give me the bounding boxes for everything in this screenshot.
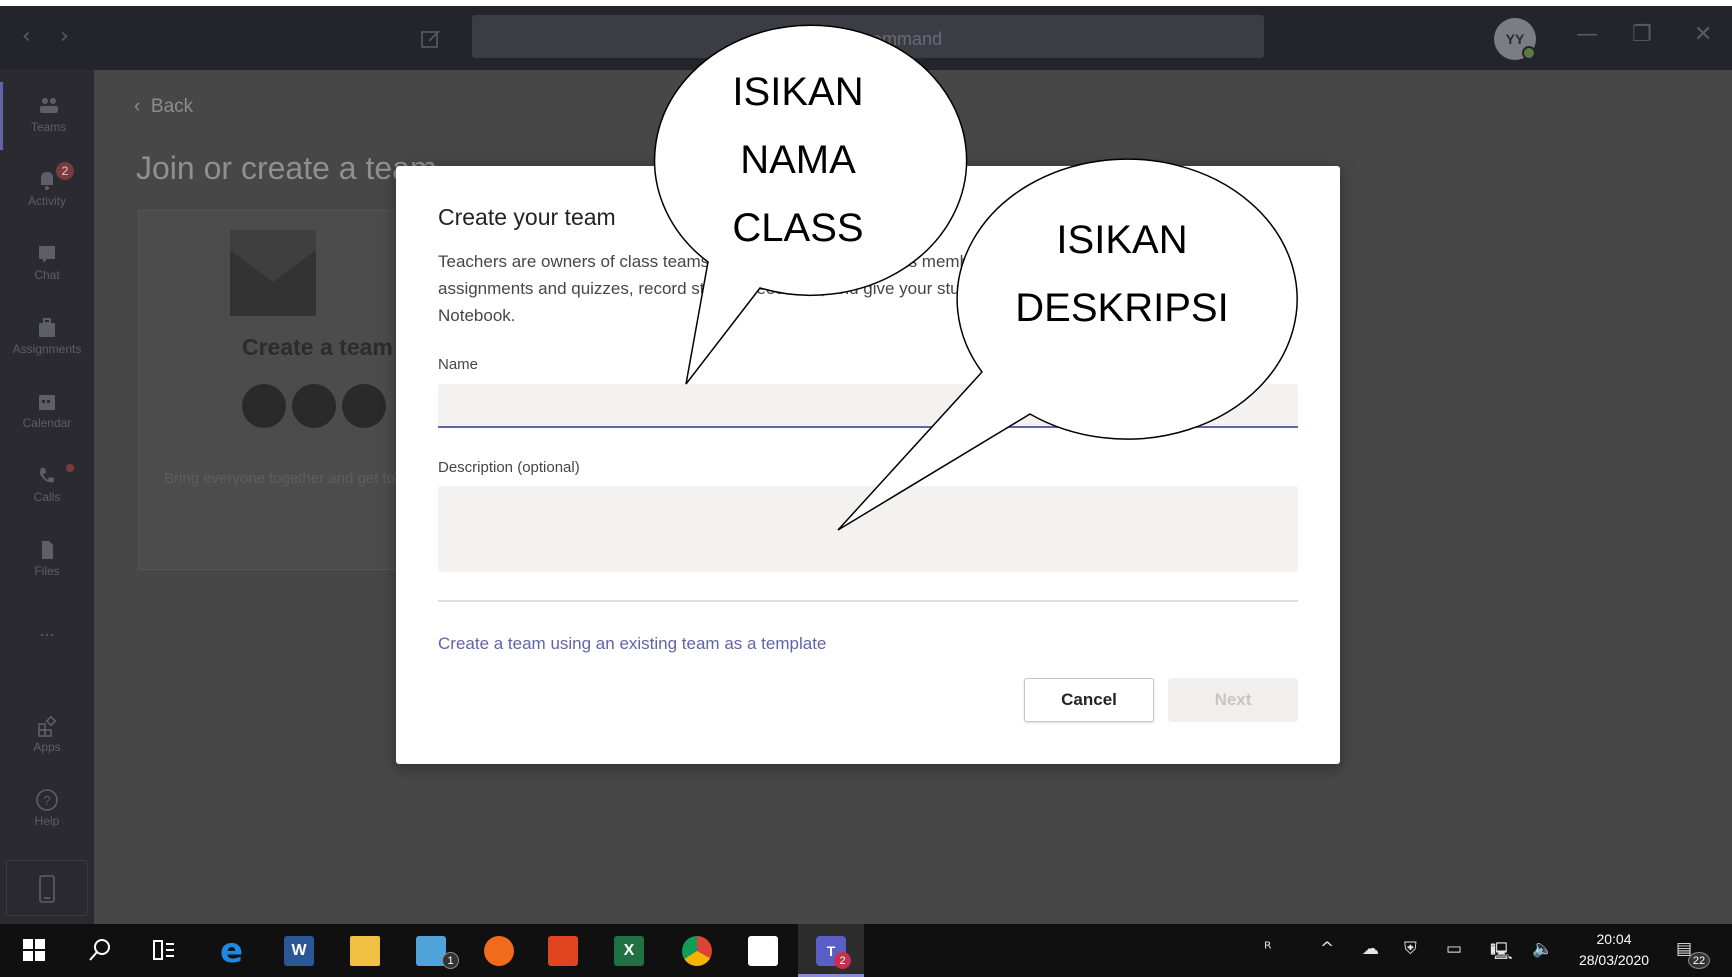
clock[interactable]: 20:04 28/03/2020 bbox=[1574, 929, 1654, 971]
volume-icon[interactable]: 🔈 bbox=[1532, 939, 1553, 959]
back-label: Back bbox=[150, 96, 194, 117]
task-view-icon[interactable] bbox=[152, 938, 176, 962]
svg-text:?: ? bbox=[43, 793, 50, 808]
calendar-icon bbox=[39, 395, 55, 410]
rail-item-chat[interactable]: Chat bbox=[0, 230, 94, 298]
battery-icon[interactable]: ▭ bbox=[1446, 939, 1462, 959]
rail-item-files[interactable]: Files bbox=[0, 526, 94, 594]
more-icon: ... bbox=[39, 620, 55, 640]
teams-badge: 2 bbox=[834, 952, 851, 969]
card-description: Bring everyone together and get to work! bbox=[164, 470, 435, 487]
divider bbox=[438, 600, 1298, 602]
chevron-left-icon: ‹ bbox=[134, 96, 151, 117]
rail-item-help[interactable]: ? Help bbox=[0, 776, 94, 844]
rail-item-apps[interactable]: Apps bbox=[0, 702, 94, 770]
briefcase-icon bbox=[39, 318, 55, 337]
create-team-illustration bbox=[230, 230, 316, 316]
apps-icon bbox=[38, 715, 57, 737]
edge-browser-icon[interactable]: e bbox=[220, 934, 250, 968]
dialog-title: Create your team bbox=[438, 204, 616, 230]
name-label: Name bbox=[438, 356, 479, 373]
search-icon[interactable] bbox=[88, 938, 112, 962]
chrome-icon[interactable] bbox=[682, 936, 712, 966]
app-rail: Teams 2 Activity Chat Assignments Calend… bbox=[0, 70, 94, 924]
name-input[interactable] bbox=[438, 384, 1298, 428]
maximize-icon[interactable]: ❐ bbox=[1632, 22, 1652, 47]
people-icon[interactable]: ᴿ bbox=[1264, 939, 1271, 959]
mail-badge: 1 bbox=[442, 952, 459, 969]
callout-line: DESKRIPSI bbox=[1015, 286, 1229, 330]
search-placeholder: ommand bbox=[872, 29, 943, 49]
next-button[interactable]: Next bbox=[1168, 678, 1298, 722]
rail-item-label: Apps bbox=[33, 740, 61, 754]
rail-item-label: Teams bbox=[30, 120, 67, 134]
rail-item-label: Calendar bbox=[22, 416, 72, 430]
callout-line: ISIKAN bbox=[732, 70, 864, 114]
clock-time: 20:04 bbox=[1596, 931, 1632, 947]
rail-item-teams[interactable]: Teams bbox=[0, 82, 94, 150]
rail-item-more[interactable]: ... bbox=[0, 618, 94, 686]
avatar bbox=[342, 384, 386, 428]
description-label: Description (optional) bbox=[438, 459, 580, 476]
avatar bbox=[292, 384, 336, 428]
teams-icon bbox=[39, 98, 58, 113]
template-link[interactable]: Create a team using an existing team as … bbox=[438, 634, 826, 654]
teams-window: ‹ › ommand YY — ❐ ✕ Teams 2 Activity Cha… bbox=[0, 0, 1732, 977]
search-input[interactable]: ommand bbox=[472, 15, 1264, 58]
minimize-icon[interactable]: — bbox=[1576, 22, 1598, 47]
notifications-badge: 22 bbox=[1688, 952, 1710, 969]
rail-item-label: Help bbox=[34, 814, 60, 828]
rail-item-label: Files bbox=[34, 564, 60, 578]
rail-item-label: Calls bbox=[33, 490, 61, 504]
callout-line: NAMA bbox=[740, 138, 856, 182]
chat-icon bbox=[39, 246, 55, 263]
help-icon: ? bbox=[36, 789, 58, 811]
rail-item-calls[interactable]: Calls bbox=[0, 452, 94, 520]
callout-description-text: ISIKAN DESKRIPSI bbox=[952, 206, 1292, 342]
calls-notification-dot bbox=[66, 464, 74, 472]
page-title: Join or create a team bbox=[136, 150, 437, 186]
windows-start-icon[interactable] bbox=[22, 938, 46, 962]
callout-line: ISIKAN bbox=[1056, 218, 1188, 262]
rail-item-assignments[interactable]: Assignments bbox=[0, 304, 94, 372]
description-input[interactable] bbox=[438, 486, 1298, 572]
compose-icon[interactable] bbox=[420, 28, 442, 50]
word-icon[interactable]: W bbox=[284, 936, 314, 966]
close-icon[interactable]: ✕ bbox=[1694, 22, 1712, 47]
forward-arrow-icon[interactable]: › bbox=[60, 24, 69, 49]
callout-name-text: ISIKAN NAMA CLASS bbox=[640, 58, 956, 262]
device-button[interactable] bbox=[6, 860, 88, 916]
card-title: Create a team bbox=[242, 334, 393, 360]
callout-line: CLASS bbox=[732, 206, 864, 250]
network-icon[interactable]: 🖳 bbox=[1490, 939, 1513, 968]
file-explorer-icon[interactable] bbox=[350, 936, 380, 966]
firefox-icon[interactable] bbox=[484, 936, 514, 966]
presence-status-icon bbox=[1522, 46, 1536, 60]
office-app-icon[interactable] bbox=[548, 936, 578, 966]
rail-item-activity[interactable]: 2 Activity bbox=[0, 156, 94, 224]
back-arrow-icon[interactable]: ‹ bbox=[22, 24, 31, 49]
excel-icon[interactable]: X bbox=[614, 936, 644, 966]
security-icon[interactable]: ⛨ bbox=[1404, 939, 1417, 959]
rail-item-label: Assignments bbox=[12, 342, 82, 356]
store-icon[interactable] bbox=[748, 936, 778, 966]
windows-taskbar: e W 1 X T 2 ᴿ ^ ☁ ⛨ ▭ 🖳 🔈 20:04 28/03/20… bbox=[0, 924, 1732, 977]
phone-icon bbox=[40, 468, 54, 483]
chevron-up-icon[interactable]: ^ bbox=[1320, 939, 1334, 959]
teams-taskbar-button[interactable]: T 2 bbox=[798, 924, 864, 977]
activity-badge: 2 bbox=[56, 162, 74, 180]
file-icon bbox=[42, 541, 53, 559]
avatar-initials: YY bbox=[1505, 31, 1525, 47]
back-link[interactable]: ‹ Back bbox=[134, 96, 193, 118]
rail-item-label: Chat bbox=[34, 268, 60, 282]
rail-item-label: Activity bbox=[27, 194, 66, 208]
avatar bbox=[242, 384, 286, 428]
onedrive-icon[interactable]: ☁ bbox=[1362, 939, 1379, 959]
rail-item-calendar[interactable]: Calendar bbox=[0, 378, 94, 446]
mobile-device-icon bbox=[39, 875, 55, 903]
clock-date: 28/03/2020 bbox=[1578, 952, 1650, 968]
cancel-button[interactable]: Cancel bbox=[1024, 678, 1154, 722]
